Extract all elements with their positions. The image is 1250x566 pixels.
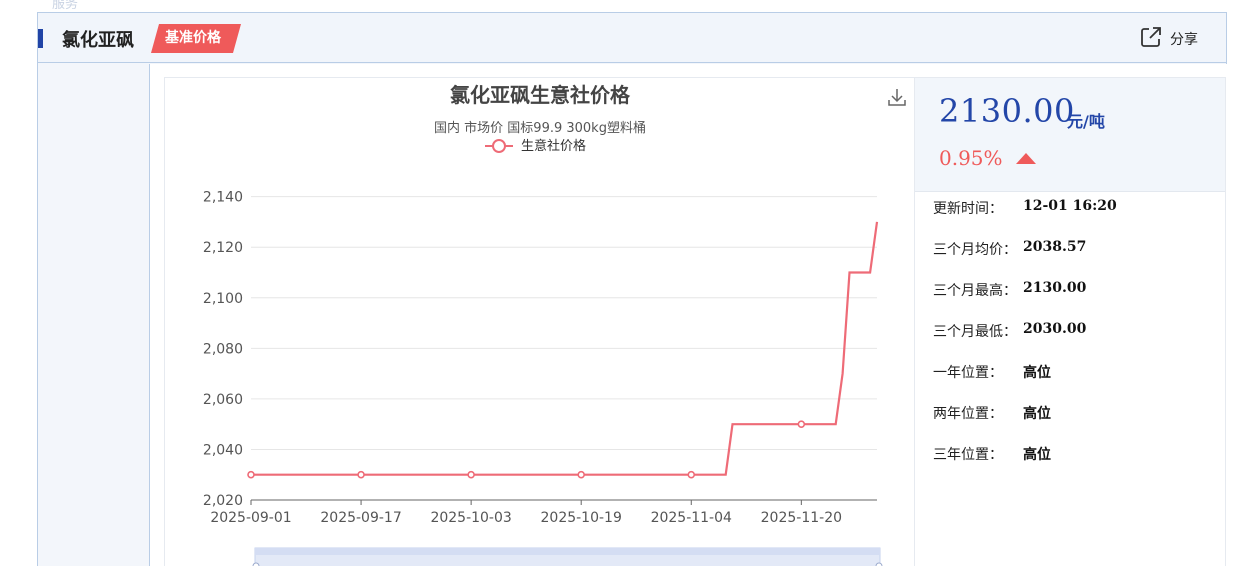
stat-label: 两年位置： — [933, 406, 1003, 422]
zoom-slider-handle-bar — [255, 548, 880, 555]
data-point — [577, 470, 585, 479]
share-button[interactable]: 分享 — [1140, 26, 1198, 52]
price-summary: 2130.00 元/吨 0.95% — [915, 78, 1225, 192]
price-change-percent: 0.95% — [939, 146, 1003, 170]
legend-label: 生意社价格 — [521, 138, 586, 154]
stat-row-3m-high: 三个月最高： 2130.00 — [933, 280, 1213, 300]
stat-row-1y-position: 一年位置： 高位 — [933, 362, 1213, 382]
stat-label: 三个月最高： — [933, 283, 1017, 299]
x-tick-label: 2025-11-04 — [651, 510, 732, 526]
faint-top-text: 服务 — [52, 0, 79, 12]
stat-value: 高位 — [1023, 365, 1051, 381]
stat-label: 三个月最低： — [933, 324, 1017, 340]
y-tick-label: 2,080 — [203, 341, 243, 357]
y-tick-label: 2,060 — [203, 392, 243, 408]
y-tick-label: 2,020 — [203, 493, 243, 509]
stat-row-3m-avg: 三个月均价： 2038.57 — [933, 239, 1213, 259]
up-arrow-icon — [1016, 153, 1036, 164]
download-icon[interactable] — [887, 87, 907, 111]
benchmark-price-badge: 基准价格 — [151, 24, 241, 53]
panel-content: 氯化亚砜生意社价格国内 市场价 国标99.9 300kg塑料桶生意社价格 2,02… — [149, 64, 1227, 566]
stat-value: 2130.00 — [1023, 280, 1087, 296]
stat-label: 三个月均价： — [933, 242, 1017, 258]
page-root: 服务 氯化亚砜 基准价格 分享 氯化亚砜生意社价格 国内 市场价 国标99.9 3… — [0, 0, 1250, 566]
x-tick-label: 2025-09-17 — [320, 510, 401, 526]
data-point — [247, 470, 255, 479]
stat-value: 高位 — [1023, 406, 1051, 422]
panel-header: 氯化亚砜 基准价格 分享 — [38, 13, 1226, 63]
header-accent-bar — [38, 29, 43, 48]
y-tick-label: 2,140 — [203, 190, 243, 206]
price-unit: 元/吨 — [1067, 112, 1105, 131]
stat-value: 2030.00 — [1023, 321, 1087, 337]
product-title: 氯化亚砜 — [62, 30, 134, 51]
stat-value: 2038.57 — [1023, 239, 1087, 255]
y-tick-label: 2,100 — [203, 291, 243, 307]
stat-label: 三年位置： — [933, 447, 1003, 463]
stat-label: 更新时间： — [933, 201, 1003, 217]
share-icon[interactable] — [1140, 26, 1162, 52]
stat-row-3y-position: 三年位置： 高位 — [933, 444, 1213, 464]
stat-value: 12-01 16:20 — [1023, 198, 1117, 214]
x-tick-label: 2025-09-01 — [210, 510, 291, 526]
data-point — [797, 420, 806, 428]
data-point — [357, 470, 365, 479]
stat-label: 一年位置： — [933, 365, 1003, 381]
price-line-chart: 氯化亚砜生意社价格国内 市场价 国标99.9 300kg塑料桶生意社价格 2,02… — [203, 83, 883, 566]
data-point — [467, 470, 475, 479]
chart-subtitle: 国内 市场价 国标99.9 300kg塑料桶 — [434, 120, 646, 136]
stat-row-2y-position: 两年位置： 高位 — [933, 403, 1213, 423]
legend-marker — [492, 139, 506, 153]
x-tick-label: 2025-10-19 — [541, 510, 622, 526]
x-tick-label: 2025-11-20 — [761, 510, 842, 526]
chart-title: 氯化亚砜生意社价格 — [450, 83, 631, 107]
price-info-box: 2130.00 元/吨 0.95% 更新时间： 12-01 16:20 三个月均… — [914, 77, 1226, 566]
share-label[interactable]: 分享 — [1170, 29, 1198, 49]
stat-value: 高位 — [1023, 447, 1051, 463]
current-price: 2130.00 — [939, 92, 1075, 130]
y-tick-label: 2,040 — [203, 442, 243, 458]
y-tick-label: 2,120 — [203, 240, 243, 256]
stat-row-3m-low: 三个月最低： 2030.00 — [933, 321, 1213, 341]
x-tick-label: 2025-10-03 — [430, 510, 511, 526]
chart-container: 氯化亚砜生意社价格国内 市场价 国标99.9 300kg塑料桶生意社价格 2,02… — [164, 77, 915, 566]
data-point — [687, 470, 696, 479]
price-panel: 氯化亚砜 基准价格 分享 氯化亚砜生意社价格 国内 市场价 国标99.9 300k… — [37, 12, 1227, 566]
stat-row-update-time: 更新时间： 12-01 16:20 — [933, 198, 1213, 218]
